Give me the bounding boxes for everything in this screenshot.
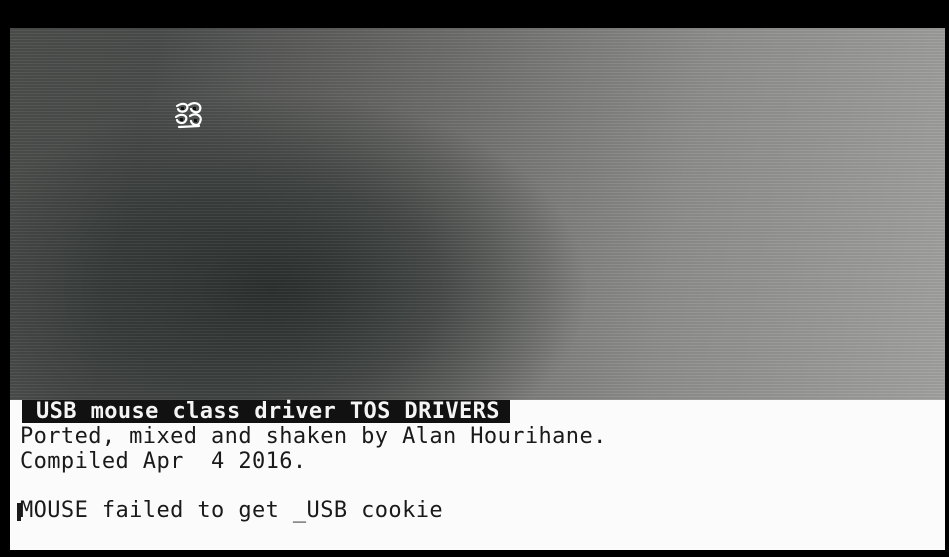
busy-bee-icon [174, 102, 202, 129]
console-line-error: MOUSE failed to get _USB cookie [20, 498, 443, 523]
text-console: USB mouse class driver TOS DRIVERS Porte… [10, 400, 945, 550]
driver-banner: USB mouse class driver TOS DRIVERS [22, 400, 510, 423]
desktop-background [10, 28, 945, 400]
screen-bottom-border [10, 550, 945, 557]
monitor-screen: USB mouse class driver TOS DRIVERS Porte… [0, 0, 949, 557]
console-line-compiled: Compiled Apr 4 2016. [20, 449, 307, 474]
console-line-credits: Ported, mixed and shaken by Alan Houriha… [20, 424, 607, 449]
